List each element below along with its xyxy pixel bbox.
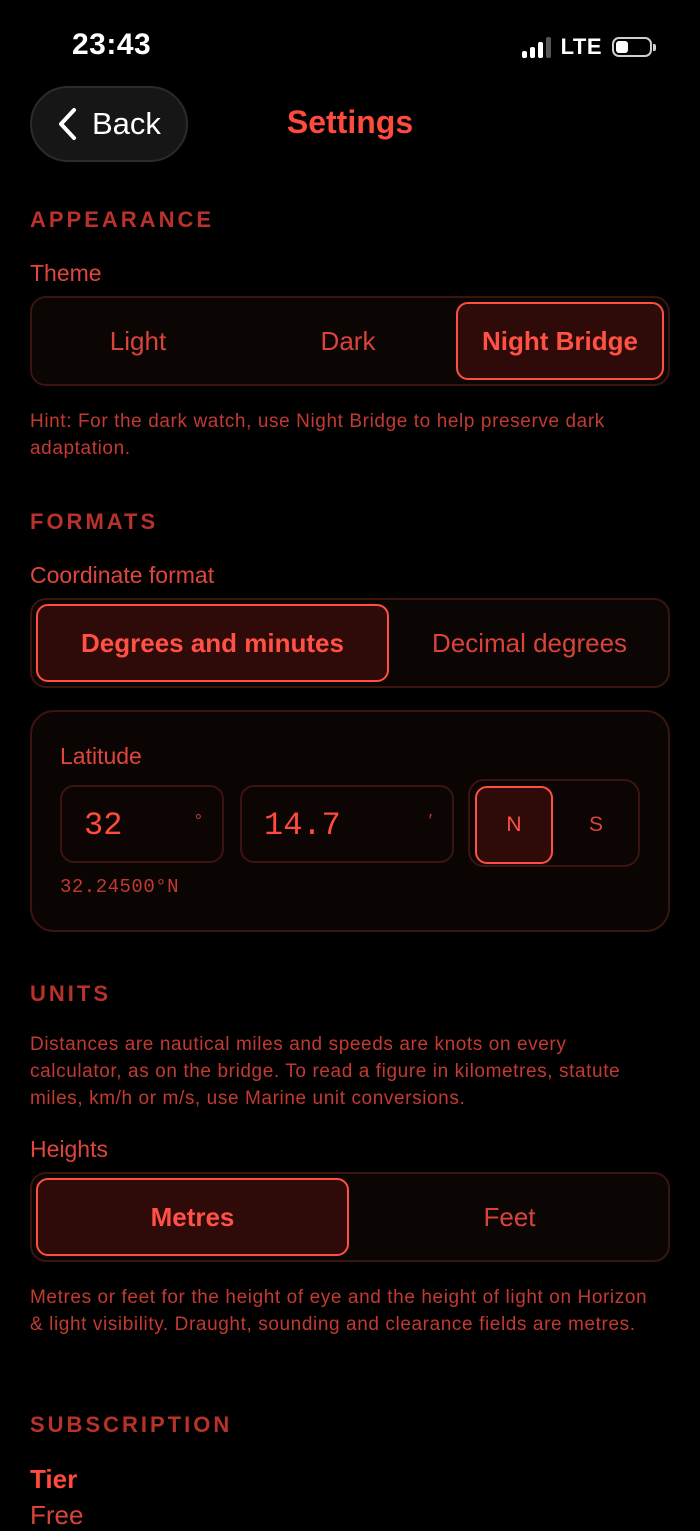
theme-option-night-bridge[interactable]: Night Bridge bbox=[456, 302, 664, 380]
tier-label: Tier bbox=[30, 1464, 78, 1494]
heights-option-feet[interactable]: Feet bbox=[355, 1178, 664, 1256]
theme-selector: Light Dark Night Bridge bbox=[30, 296, 670, 386]
units-description: Distances are nautical miles and speeds … bbox=[30, 1034, 621, 1109]
heights-hint: Metres or feet for the height of eye and… bbox=[30, 1287, 648, 1335]
theme-option-dark[interactable]: Dark bbox=[246, 302, 450, 380]
network-label: LTE bbox=[560, 34, 602, 59]
hemisphere-option-n[interactable]: N bbox=[475, 786, 553, 864]
theme-hint: Hint: For the dark watch, use Night Brid… bbox=[30, 411, 605, 459]
tier-value: Free bbox=[30, 1500, 84, 1530]
latitude-degrees-field[interactable]: 32 ° bbox=[60, 785, 224, 863]
latitude-minutes-value: 14.7 bbox=[264, 807, 341, 844]
theme-option-light[interactable]: Light bbox=[36, 302, 240, 380]
latitude-minutes-field[interactable]: 14.7 ′ bbox=[240, 785, 454, 863]
latitude-readout: 32.24500°N bbox=[60, 876, 180, 898]
minutes-unit: ′ bbox=[428, 811, 432, 831]
status-indicators: LTE bbox=[521, 34, 656, 60]
status-time: 23:43 bbox=[72, 28, 152, 61]
section-units: UNITS bbox=[30, 981, 111, 1006]
section-formats: FORMATS bbox=[30, 509, 159, 534]
coordinate-format-selector: Degrees and minutes Decimal degrees bbox=[30, 598, 670, 688]
signal-icon bbox=[521, 36, 551, 58]
section-subscription: SUBSCRIPTION bbox=[30, 1412, 233, 1437]
section-appearance: APPEARANCE bbox=[30, 207, 215, 232]
page-title: Settings bbox=[286, 104, 414, 140]
heights-label: Heights bbox=[30, 1136, 108, 1162]
battery-icon bbox=[612, 37, 656, 57]
heights-option-metres[interactable]: Metres bbox=[36, 1178, 349, 1256]
latitude-degrees-value: 32 bbox=[84, 807, 123, 844]
hemisphere-option-s[interactable]: S bbox=[557, 786, 635, 864]
hemisphere-selector: N S bbox=[468, 779, 640, 867]
theme-label: Theme bbox=[30, 260, 102, 286]
degrees-unit: ° bbox=[194, 811, 202, 831]
coordinate-option-decimal-degrees[interactable]: Decimal degrees bbox=[395, 604, 664, 682]
coordinate-option-degrees-minutes[interactable]: Degrees and minutes bbox=[36, 604, 389, 682]
coordinate-format-label: Coordinate format bbox=[30, 562, 215, 588]
latitude-label: Latitude bbox=[60, 743, 142, 769]
heights-selector: Metres Feet bbox=[30, 1172, 670, 1262]
